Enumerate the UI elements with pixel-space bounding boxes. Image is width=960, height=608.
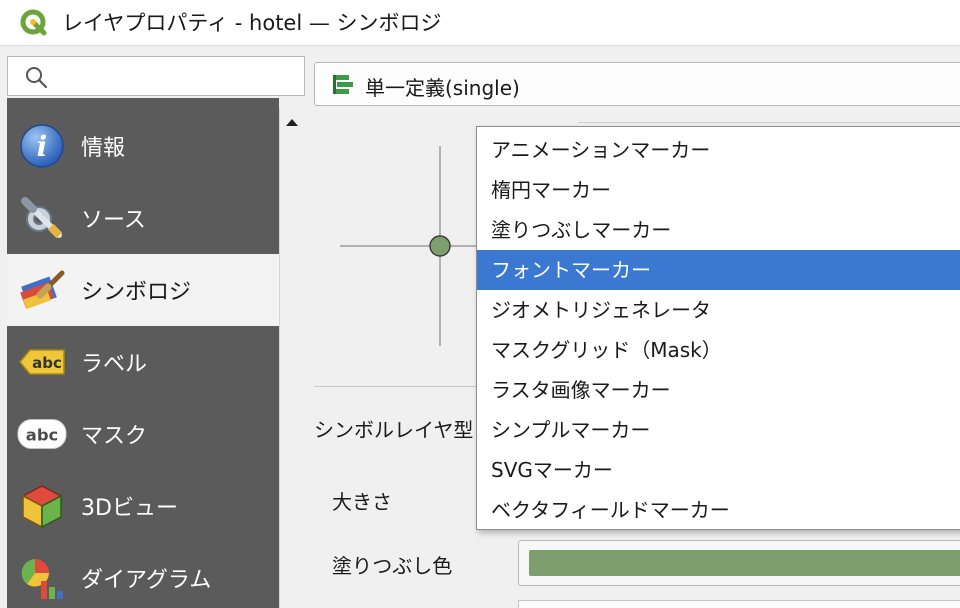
fill-color-label: 塗りつぶし色 (332, 554, 453, 578)
title-bar: レイヤプロパティ - hotel — シンボロジ (0, 0, 960, 46)
dropdown-item-svg-marker[interactable]: SVGマーカー (477, 450, 960, 490)
search-input[interactable] (60, 63, 300, 89)
symbol-tree-border (578, 122, 960, 123)
dropdown-item-simple-marker[interactable]: シンプルマーカー (477, 410, 960, 450)
mask-icon: abc (17, 409, 67, 459)
svg-text:i: i (37, 130, 48, 163)
search-icon (26, 67, 48, 89)
dropdown-item-raster-image-marker[interactable]: ラスタ画像マーカー (477, 370, 960, 410)
sidebar-item-3d-view[interactable]: 3Dビュー (7, 470, 279, 542)
svg-text:abc: abc (26, 426, 58, 445)
dropdown-item-vector-field-marker[interactable]: ベクタフィールドマーカー (477, 490, 960, 530)
sidebar-item-diagram[interactable]: ダイアグラム (7, 542, 279, 608)
diagram-icon (17, 553, 67, 603)
single-symbol-icon (333, 75, 353, 94)
fill-color-swatch (529, 550, 960, 576)
sidebar-item-label: 3Dビュー (81, 496, 178, 521)
search-box[interactable] (7, 56, 305, 96)
source-icon (17, 193, 67, 243)
dropdown-item-ellipse-marker[interactable]: 楕円マーカー (477, 170, 960, 210)
sidebar-item-labels[interactable]: abc ラベル (7, 326, 279, 398)
symbol-layer-type-dropdown[interactable]: アニメーションマーカー 楕円マーカー 塗りつぶしマーカー フォントマーカー ジオ… (476, 126, 960, 530)
3d-view-icon (17, 481, 67, 531)
sidebar-item-source[interactable]: ソース (7, 182, 279, 254)
sidebar-item-label: ラベル (81, 352, 148, 377)
qgis-logo-icon (20, 9, 47, 36)
renderer-label: 単一定義(single) (365, 76, 520, 100)
sidebar-item-label: ダイアグラム (81, 568, 212, 593)
dropdown-item-mask-grid[interactable]: マスクグリッド（Mask） (477, 330, 960, 370)
arrow-up-icon (286, 119, 298, 126)
symbology-icon (17, 265, 67, 315)
sidebar-item-symbology[interactable]: シンボロジ (7, 254, 279, 326)
symbol-layer-type-label: シンボルレイヤ型 (314, 418, 474, 442)
sidebar-scrollbar[interactable] (279, 108, 305, 608)
sidebar: i 情報 ソース シンボロジ abc ラベル abc マスク 3Dビュー ダイア… (7, 98, 279, 608)
scroll-up-button[interactable] (282, 112, 302, 132)
info-icon: i (17, 121, 67, 171)
label-icon: abc (17, 337, 67, 387)
stroke-color-field[interactable] (518, 600, 960, 608)
sidebar-item-label: マスク (81, 424, 148, 449)
dropdown-item-geometry-generator[interactable]: ジオメトリジェネレータ (477, 290, 960, 330)
sidebar-item-mask[interactable]: abc マスク (7, 398, 279, 470)
dropdown-item-font-marker[interactable]: フォントマーカー (477, 250, 960, 290)
sidebar-item-label: シンボロジ (81, 280, 192, 305)
sidebar-item-label: ソース (81, 208, 146, 233)
dropdown-item-animated-marker[interactable]: アニメーションマーカー (477, 130, 960, 170)
fill-color-button[interactable] (518, 540, 960, 586)
dropdown-item-filled-marker[interactable]: 塗りつぶしマーカー (477, 210, 960, 250)
svg-text:abc: abc (32, 354, 62, 372)
sidebar-item-info[interactable]: i 情報 (7, 110, 279, 182)
window-title: レイヤプロパティ - hotel — シンボロジ (62, 11, 442, 35)
renderer-select[interactable]: 単一定義(single) (314, 62, 960, 106)
sidebar-item-label: 情報 (81, 136, 126, 161)
size-label: 大きさ (332, 490, 392, 514)
